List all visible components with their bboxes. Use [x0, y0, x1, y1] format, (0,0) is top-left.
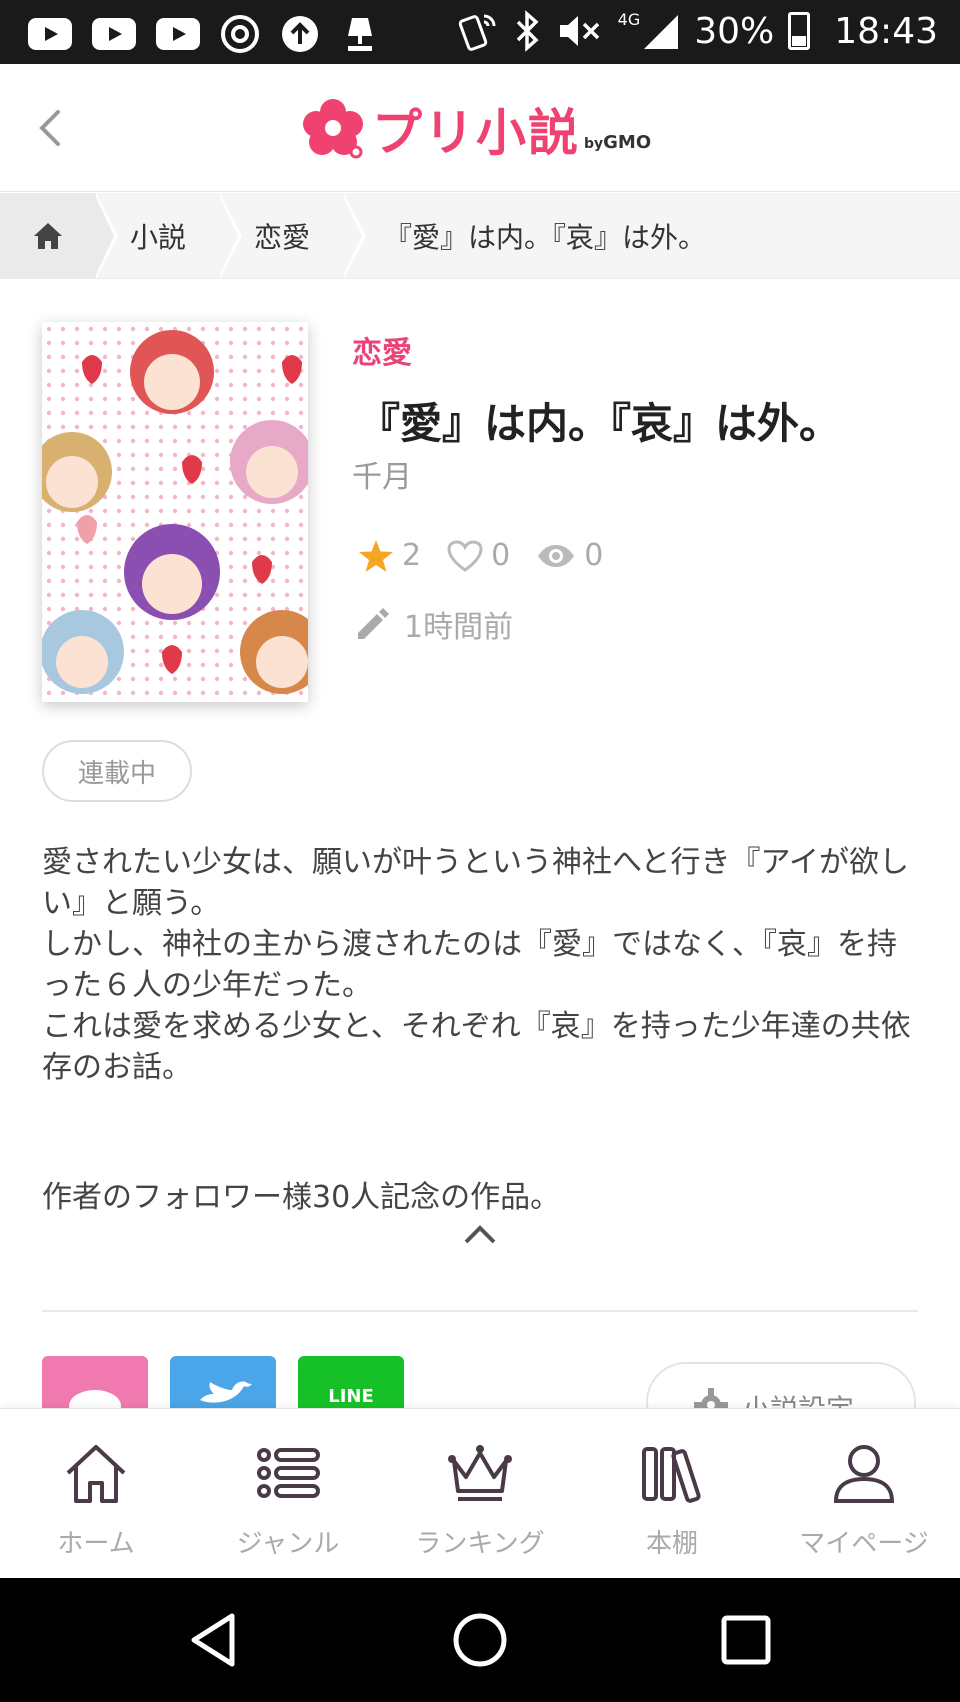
chrome-notification-icon [221, 15, 259, 53]
author-note: 作者のフォロワー様30人記念の作品。 [42, 1180, 561, 1215]
bottom-navigation: ホーム ジャンル ランキング 本棚 マイページ [0, 1408, 960, 1578]
logo-by: byGMO [584, 131, 652, 153]
system-navigation-bar [0, 1578, 960, 1702]
youtube-notification-icon [92, 18, 136, 50]
novel-genre-tag[interactable]: 恋愛 [352, 328, 412, 372]
bluetooth-icon [516, 10, 539, 52]
logo-text: プリ小説 [372, 104, 580, 162]
nav-bookshelf[interactable]: 本棚 [576, 1409, 768, 1578]
battery-percent: 30% [694, 10, 775, 52]
twitter-bird-icon [200, 1381, 252, 1403]
breadcrumb-home[interactable] [0, 193, 118, 279]
star-count: 2 [358, 538, 421, 573]
novel-synopsis: 愛されたい少女は、願いが叶うという神社へと行き『アイが欲しい』と願う。 しかし、… [42, 842, 922, 1088]
back-arrow-icon[interactable] [30, 100, 70, 156]
novel-cover-image[interactable] [42, 322, 308, 702]
bookshelf-icon [642, 1447, 701, 1503]
share-button-line[interactable]: LINE [298, 1356, 404, 1410]
nav-home[interactable]: ホーム [0, 1409, 192, 1578]
youtube-notification-icon [28, 18, 72, 50]
home-circle-icon[interactable] [450, 1610, 510, 1670]
nfc-icon [458, 14, 496, 51]
crown-icon [448, 1445, 512, 1501]
mute-icon [559, 16, 599, 46]
notification-icons [28, 14, 380, 54]
breadcrumb-current: 『愛』は内。『哀』は外。 [344, 193, 706, 279]
logo-brand: GMO [603, 131, 652, 153]
synopsis-paragraph: しかし、神社の主から渡されたのは『愛』ではなく、『哀』を持った６人の少年だった。 [42, 927, 897, 1003]
elephant-icon [69, 1390, 121, 1410]
nav-mypage[interactable]: マイページ [768, 1409, 960, 1578]
youtube-notification-icon [156, 18, 200, 50]
heart-icon [447, 539, 483, 572]
site-logo[interactable]: プリ小説 byGMO [300, 94, 651, 164]
serialization-status-badge: 連載中 [42, 740, 192, 802]
battery-icon [788, 12, 811, 50]
back-triangle-icon[interactable] [184, 1610, 244, 1670]
clock: 18:43 [834, 10, 938, 52]
system-status: 4G 30% 18:43 [458, 10, 938, 52]
pencil-icon [358, 608, 389, 639]
recents-square-icon[interactable] [716, 1610, 776, 1670]
nav-genre[interactable]: ジャンル [192, 1409, 384, 1578]
nav-label: ランキング [415, 1529, 545, 1559]
house-icon [66, 1445, 126, 1503]
collapse-chevron-up-icon[interactable] [460, 1220, 500, 1250]
breadcrumb-label: 『愛』は内。『哀』は外。 [384, 221, 707, 254]
nav-label: マイページ [799, 1529, 929, 1559]
list-icon [257, 1448, 320, 1498]
view-count: 0 [536, 538, 603, 573]
lamp-notification-icon [348, 18, 372, 51]
star-icon [359, 539, 393, 572]
novel-stats: 2 0 0 [358, 538, 629, 573]
breadcrumb: 小説 恋愛 『愛』は内。『哀』は外。 [0, 193, 960, 279]
novel-author[interactable]: 千月 [352, 452, 412, 496]
cover-illustration [42, 322, 308, 702]
last-updated: 1時間前 [356, 602, 513, 646]
novel-title: 『愛』は内。『哀』は外。 [358, 399, 842, 448]
app-header: プリ小説 byGMO [0, 64, 960, 192]
like-count: 0 [447, 538, 510, 573]
breadcrumb-label: 恋愛 [253, 221, 310, 254]
home-icon [34, 223, 62, 249]
eye-icon [538, 544, 575, 567]
synopsis-paragraph: 愛されたい少女は、願いが叶うという神社へと行き『アイが欲しい』と願う。 [42, 845, 909, 921]
nav-label: ホーム [57, 1529, 135, 1559]
network-type: 4G [617, 10, 641, 29]
user-icon [833, 1445, 895, 1503]
nav-ranking[interactable]: ランキング [384, 1409, 576, 1578]
status-bar: 4G 30% 18:43 [0, 0, 960, 64]
nav-label: 本棚 [645, 1529, 698, 1559]
upload-notification-icon [282, 16, 318, 52]
synopsis-paragraph: これは愛を求める少女と、それぞれ『哀』を持った少年達の共依存のお話。 [42, 1009, 911, 1085]
section-divider [42, 1310, 918, 1312]
signal-icon [644, 15, 679, 49]
share-button-pripri[interactable] [42, 1356, 148, 1410]
nav-label: ジャンル [236, 1529, 340, 1559]
breadcrumb-label: 小説 [129, 221, 186, 254]
line-label: LINE [328, 1386, 374, 1407]
logo-flower-icon [303, 99, 363, 159]
share-button-twitter[interactable] [170, 1356, 276, 1410]
